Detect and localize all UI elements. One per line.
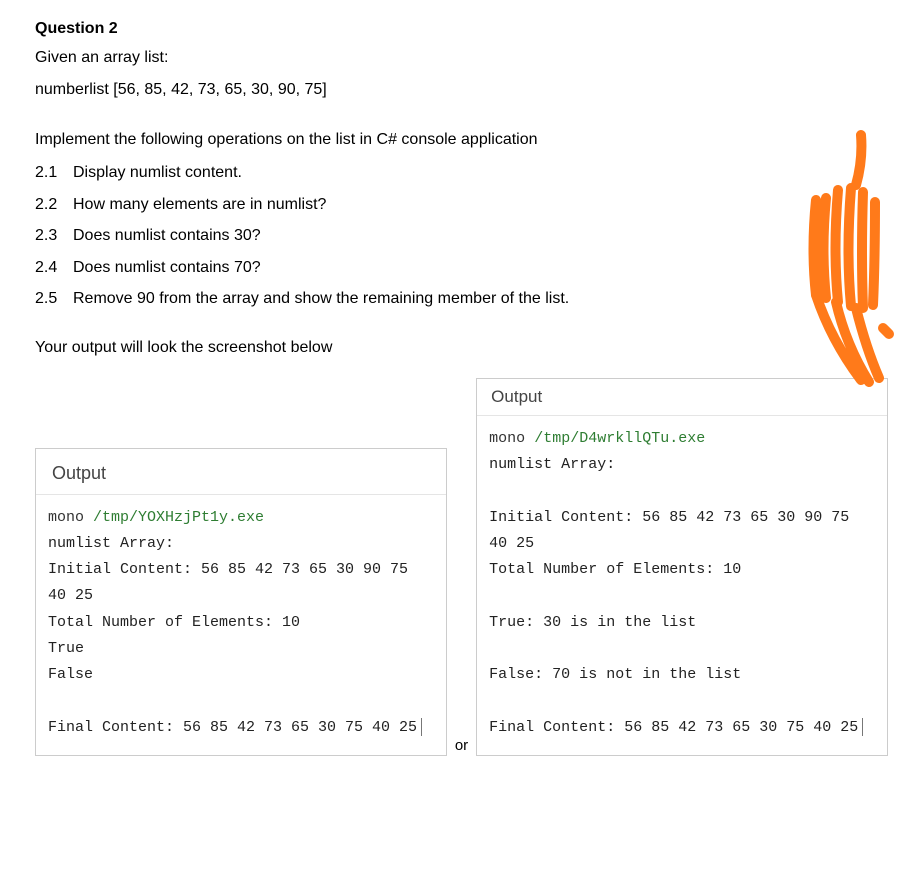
sub-text: Remove 90 from the array and show the re… [73,286,569,312]
sub-text: Does numlist contains 70? [73,255,261,281]
out-line: True [48,640,84,657]
sub-num: 2.5 [35,286,73,312]
out-line: False [48,666,93,683]
out-line: numlist Array: [48,535,174,552]
path: /tmp/YOXHzjPt1y.exe [93,509,264,526]
out-line: Initial Content: 56 85 42 73 65 30 90 75… [489,509,858,552]
out-line: Final Content: 56 85 42 73 65 30 75 40 2… [48,719,417,736]
output-box-right: Output mono /tmp/D4wrkllQTu.exe numlist … [476,378,888,756]
output-note: Your output will look the screenshot bel… [35,336,888,360]
out-line: True: 30 is in the list [489,614,696,631]
annotation-scribble [791,130,901,390]
question-title: Question 2 [35,20,888,38]
output-box-left: Output mono /tmp/YOXHzjPt1y.exe numlist … [35,448,447,756]
or-separator: or [455,737,468,756]
instruction-line: Implement the following operations on th… [35,128,888,152]
cursor-icon [862,718,863,736]
outputs-row: Output mono /tmp/YOXHzjPt1y.exe numlist … [35,378,888,756]
cursor-icon [421,718,422,736]
sub-text: How many elements are in numlist? [73,192,326,218]
out-line: numlist Array: [489,456,615,473]
out-line: Final Content: 56 85 42 73 65 30 75 40 2… [489,719,858,736]
sub-item: 2.5 Remove 90 from the array and show th… [35,286,888,312]
out-line: Total Number of Elements: 10 [489,561,741,578]
out-line: Initial Content: 56 85 42 73 65 30 90 75… [48,561,417,604]
output-body: mono /tmp/YOXHzjPt1y.exe numlist Array: … [36,495,446,755]
sub-num: 2.3 [35,223,73,249]
sub-text: Does numlist contains 30? [73,223,261,249]
cmd: mono [489,430,534,447]
out-line: False: 70 is not in the list [489,666,741,683]
sub-question-list: 2.1 Display numlist content. 2.2 How man… [35,160,888,312]
sub-num: 2.2 [35,192,73,218]
out-line: Total Number of Elements: 10 [48,614,300,631]
sub-item: 2.3 Does numlist contains 30? [35,223,888,249]
sub-item: 2.4 Does numlist contains 70? [35,255,888,281]
path: /tmp/D4wrkllQTu.exe [534,430,705,447]
sub-item: 2.2 How many elements are in numlist? [35,192,888,218]
output-body: mono /tmp/D4wrkllQTu.exe numlist Array: … [477,416,887,755]
sub-num: 2.4 [35,255,73,281]
intro-line-2: numberlist [56, 85, 42, 73, 65, 30, 90, … [35,78,888,102]
sub-item: 2.1 Display numlist content. [35,160,888,186]
output-header: Output [36,449,446,495]
intro-line-1: Given an array list: [35,46,888,70]
sub-num: 2.1 [35,160,73,186]
sub-text: Display numlist content. [73,160,242,186]
cmd: mono [48,509,93,526]
